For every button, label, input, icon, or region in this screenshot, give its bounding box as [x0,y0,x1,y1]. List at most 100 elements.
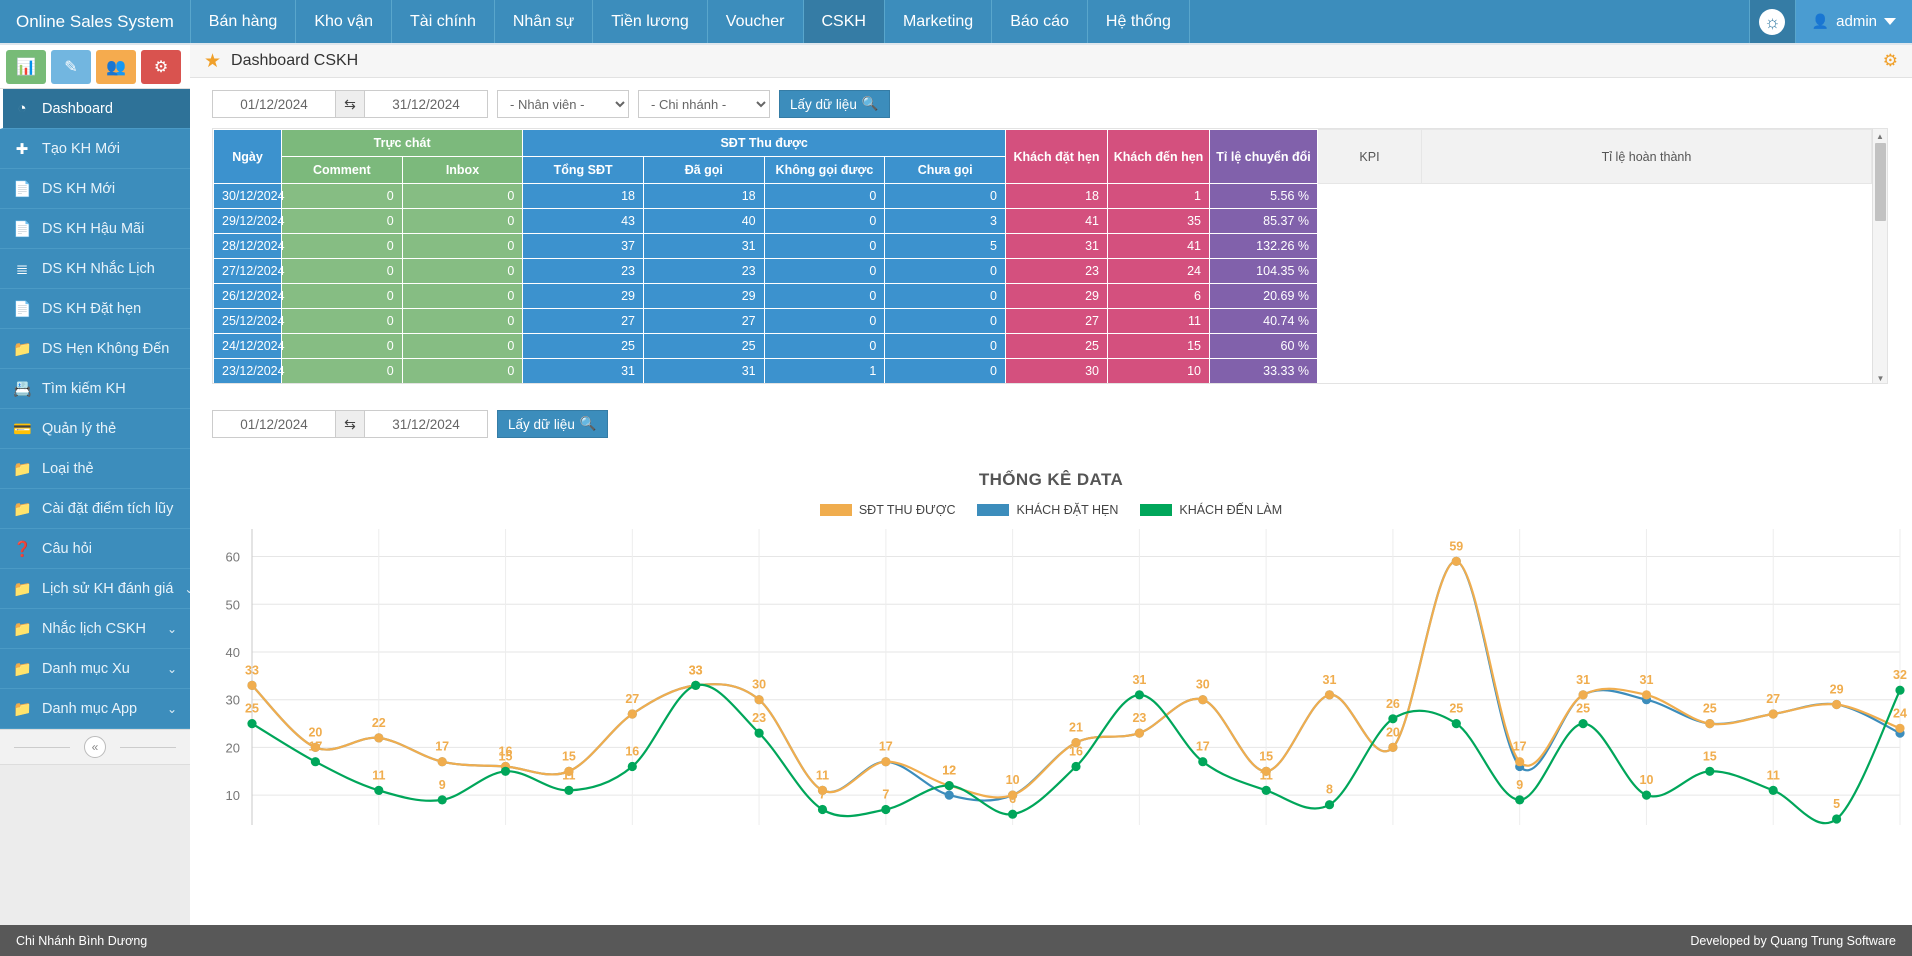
date-to-input-chart[interactable] [364,410,488,438]
scroll-up-icon[interactable]: ▲ [1873,129,1887,143]
data-point[interactable] [1515,795,1525,805]
data-point[interactable] [1198,695,1208,705]
chevron-down-icon[interactable]: ⌄ [167,662,177,676]
data-point[interactable] [1451,556,1461,566]
sidebar-item-t-o-kh-m-i[interactable]: ✚ Tạo KH Mới [0,129,190,169]
data-point[interactable] [564,785,574,795]
data-point[interactable] [1895,723,1905,733]
fetch-data-button-top[interactable]: Lấy dữ liệu 🔍 [779,90,890,118]
pencil-icon[interactable]: ✎ [51,49,91,84]
data-point[interactable] [1705,719,1715,729]
data-point[interactable] [500,766,511,776]
data-point[interactable] [1641,690,1652,700]
chevron-down-icon[interactable]: ⌄ [167,702,177,716]
data-point[interactable] [754,695,764,705]
scrollbar-thumb[interactable] [1875,143,1886,221]
topnav-item-1[interactable]: Kho vận [295,0,391,43]
data-point[interactable] [374,733,384,743]
sidebar-item-dashboard[interactable]: ◔ Dashboard [0,89,190,129]
data-point[interactable] [1261,785,1271,795]
sidebar-item-c-i-t-i-m-t-ch-l-y[interactable]: 📁 Cài đặt điểm tích lũy [0,489,190,529]
data-point[interactable] [1832,699,1842,710]
legend-item-1[interactable]: KHÁCH ĐẶT HẸN [977,503,1118,517]
topnav-item-4[interactable]: Tiền lương [592,0,707,43]
date-to-input-top[interactable] [364,90,488,118]
data-point[interactable] [1832,814,1842,824]
topnav-item-5[interactable]: Voucher [706,0,803,43]
chevron-down-icon[interactable]: ⌄ [167,622,177,636]
data-point[interactable] [627,709,637,719]
data-point[interactable] [1895,685,1905,695]
sidebar-item-ds-kh-h-u-m-i[interactable]: 📄 DS KH Hậu Mãi [0,209,190,249]
app-brand[interactable]: Online Sales System [0,0,190,43]
collapse-left-icon[interactable]: « [84,736,106,758]
data-point[interactable] [1515,757,1525,767]
branch-select[interactable]: - Chi nhánh - [638,90,770,118]
data-point[interactable] [437,795,447,805]
data-point[interactable] [754,728,764,738]
table-vertical-scrollbar[interactable]: ▲ ▼ [1872,129,1887,383]
gear-icon[interactable]: ⚙ [1883,51,1898,71]
data-point[interactable] [1768,785,1778,795]
gears-icon[interactable]: ⚙ [141,49,181,84]
sidebar-item-qu-n-l-th[interactable]: 💳 Quản lý thẻ [0,409,190,449]
sidebar-item-ds-kh-t-h-n[interactable]: 📄 DS KH Đặt hẹn [0,289,190,329]
table-row[interactable]: 28/12/2024 0 0 37 31 0 5 31 41 132.26 % 0 0 [213,233,1872,259]
data-point[interactable] [1705,766,1715,776]
table-row[interactable]: 30/12/2024 0 0 18 18 0 0 18 1 5.56 % 0 0 [213,183,1872,209]
data-point[interactable] [1578,719,1588,729]
sidebar-item-danh-m-c-xu[interactable]: 📁 Danh mục Xu ⌄ [0,649,190,689]
data-point[interactable] [881,757,891,767]
data-point[interactable] [1008,809,1018,819]
topnav-item-0[interactable]: Bán hàng [189,0,296,43]
data-point[interactable] [944,781,954,791]
data-point[interactable] [1388,742,1398,752]
date-from-input-top[interactable] [212,90,336,118]
topnav-item-3[interactable]: Nhân sự [493,0,592,43]
swap-icon[interactable]: ⇆ [336,90,364,118]
globe-icon[interactable]: ☼ [1748,0,1795,43]
data-point[interactable] [374,785,384,795]
table-row[interactable]: 25/12/2024 0 0 27 27 0 0 27 11 40.74 % 0 0 [213,308,1872,334]
sidebar-item-ds-kh-nh-c-l-ch[interactable]: ≣ DS KH Nhắc Lịch [0,249,190,289]
data-point[interactable] [881,804,891,815]
users-icon[interactable]: 👥 [96,49,136,84]
sidebar-item-t-m-ki-m-kh[interactable]: 📇 Tìm kiếm KH [0,369,190,409]
bar-chart-icon[interactable]: 📊 [6,49,46,84]
data-point[interactable] [247,680,257,690]
sidebar-item-l-ch-s-kh-nh-gi[interactable]: 📁 Lịch sử KH đánh giá ⌄ [0,569,190,609]
scroll-down-icon[interactable]: ▼ [1873,371,1887,383]
data-point[interactable] [691,680,701,690]
sidebar-item-lo-i-th[interactable]: 📁 Loại thẻ [0,449,190,489]
data-point[interactable] [1324,690,1335,700]
data-point[interactable] [944,790,954,800]
legend-item-0[interactable]: SĐT THU ĐƯỢC [819,503,955,517]
table-row[interactable]: 23/12/2024 0 0 31 31 1 0 30 10 33.33 % 0 0 [213,358,1872,383]
data-point[interactable] [1134,690,1144,700]
data-point[interactable] [1451,719,1461,729]
sidebar-item-ds-h-n-kh-ng-n[interactable]: 📁 DS Hẹn Không Đến [0,329,190,369]
topnav-item-7[interactable]: Marketing [883,0,991,43]
legend-item-2[interactable]: KHÁCH ĐẾN LÀM [1140,503,1282,517]
data-point[interactable] [627,761,637,772]
table-row[interactable]: 29/12/2024 0 0 43 40 0 3 41 35 85.37 % 0 0 [213,208,1872,234]
data-point[interactable] [817,804,828,815]
employee-select[interactable]: - Nhân viên - [497,90,629,118]
data-point[interactable] [247,719,257,729]
sidebar-item-danh-m-c-app[interactable]: 📁 Danh mục App ⌄ [0,689,190,729]
data-point[interactable] [310,757,320,767]
table-row[interactable]: 24/12/2024 0 0 25 25 0 0 25 15 60 % 0 0 [213,333,1872,359]
swap-icon[interactable]: ⇆ [336,410,364,438]
data-point[interactable] [1641,790,1652,800]
data-point[interactable] [1578,690,1588,700]
topnav-item-8[interactable]: Báo cáo [991,0,1087,43]
data-point[interactable] [1071,761,1081,772]
data-point[interactable] [1388,714,1398,724]
table-row[interactable]: 26/12/2024 0 0 29 29 0 0 29 6 20.69 % 0 0 [213,283,1872,309]
topnav-item-6[interactable]: CSKH [802,0,884,43]
sidebar-item-nh-c-l-ch-cskh[interactable]: 📁 Nhắc lịch CSKH ⌄ [0,609,190,649]
data-point[interactable] [1134,728,1144,738]
user-menu[interactable]: 👤 admin [1794,0,1912,43]
sidebar-item-ds-kh-m-i[interactable]: 📄 DS KH Mới [0,169,190,209]
data-point[interactable] [437,757,447,767]
